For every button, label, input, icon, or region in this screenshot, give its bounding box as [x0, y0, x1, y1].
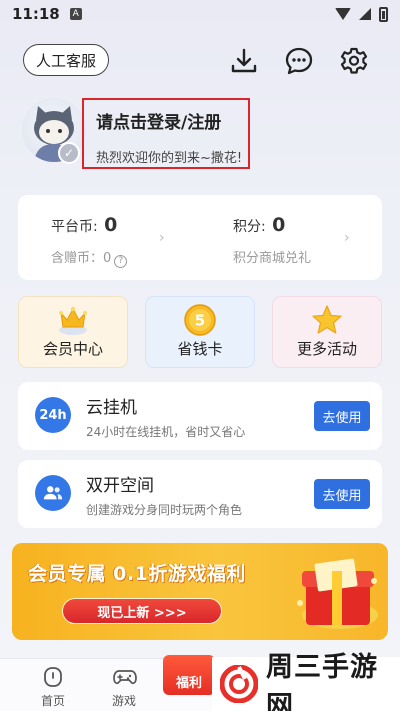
- verified-badge-icon: ✓: [58, 142, 80, 164]
- top-bar: 人工客服: [0, 44, 400, 78]
- vip-center-label: 会员中心: [42, 340, 103, 358]
- cloud-hangup-desc: 24小时在线挂机，省时又省心: [86, 425, 246, 439]
- app-notification-icon: A: [69, 8, 82, 20]
- coin-number: 5: [195, 312, 205, 330]
- platform-coin-section[interactable]: 平台币: 0 含赠币：0? ›: [18, 195, 200, 280]
- crown-icon: [56, 303, 90, 337]
- tab-home[interactable]: 首页: [18, 659, 88, 711]
- status-bar: 11:18 A: [0, 0, 400, 28]
- home-icon: [42, 666, 64, 688]
- dual-space-desc: 创建游戏分身同时玩两个角色: [86, 503, 243, 517]
- tab-welfare[interactable]: 福利: [163, 655, 215, 695]
- status-time: 11:18: [12, 5, 60, 23]
- points-section[interactable]: 积分: 0 积分商城兑礼 ›: [200, 195, 382, 280]
- login-register-area[interactable]: 请点击登录/注册 热烈欢迎你的到来~撒花!: [82, 98, 250, 169]
- gift-coin-value: 0: [103, 251, 112, 266]
- star-icon: [310, 303, 344, 337]
- watermark-text: 周三手游网: [266, 652, 378, 711]
- points-value: 0: [272, 214, 286, 236]
- tab-home-label: 首页: [40, 694, 65, 708]
- dual-space-title: 双开空间: [86, 476, 154, 496]
- saving-card-label: 省钱卡: [177, 340, 223, 358]
- tab-games-label: 游戏: [111, 694, 136, 708]
- welcome-text: 热烈欢迎你的到来~撒花!: [96, 151, 243, 166]
- battery-icon: [379, 6, 388, 22]
- settings-icon[interactable]: [339, 46, 369, 76]
- coin-icon: 5: [183, 303, 217, 337]
- gift-coin-label: 含赠币：: [51, 251, 104, 266]
- 24h-icon: 24h: [35, 397, 71, 433]
- help-icon[interactable]: ?: [114, 254, 128, 268]
- wallet-card: 平台币: 0 含赠币：0? › 积分: 0 积分商城兑礼 ›: [18, 195, 382, 280]
- platform-coin-label: 平台币:: [51, 219, 98, 235]
- tab-games[interactable]: 游戏: [89, 659, 159, 711]
- signal-icon: [359, 8, 371, 20]
- login-title[interactable]: 请点击登录/注册: [96, 108, 248, 133]
- gift-box-icon: [292, 553, 382, 638]
- points-label: 积分:: [233, 219, 266, 235]
- vip-center-button[interactable]: 会员中心: [18, 296, 128, 368]
- vip-promo-banner[interactable]: 会员专属 0.1折游戏福利 现已上新 >>>: [12, 543, 388, 640]
- more-activities-button[interactable]: 更多活动: [272, 296, 382, 368]
- more-activities-label: 更多活动: [296, 340, 357, 358]
- gamepad-icon: [113, 666, 137, 688]
- chat-icon[interactable]: [284, 46, 314, 76]
- wifi-icon: [335, 8, 351, 20]
- download-icon[interactable]: [229, 46, 259, 76]
- chevron-right-icon: ›: [344, 230, 350, 246]
- profile-section: ✓ 请点击登录/注册 热烈欢迎你的到来~撒花!: [0, 98, 400, 173]
- cloud-hangup-title: 云挂机: [86, 398, 137, 418]
- watermark: 周三手游网: [212, 652, 400, 711]
- points-mall-link[interactable]: 积分商城兑礼: [233, 247, 311, 266]
- banner-title: 会员专属 0.1折游戏福利: [28, 563, 246, 585]
- banner-new-button[interactable]: 现已上新 >>>: [62, 598, 222, 624]
- watermark-logo-icon: [219, 664, 259, 704]
- platform-coin-value: 0: [104, 214, 118, 236]
- chevron-right-icon: ›: [159, 230, 165, 246]
- cloud-hangup-use-button[interactable]: 去使用: [314, 401, 370, 431]
- dual-space-use-button[interactable]: 去使用: [314, 479, 370, 509]
- cloud-hangup-card[interactable]: 24h 云挂机 24小时在线挂机，省时又省心 去使用: [18, 382, 382, 450]
- dual-space-card[interactable]: 双开空间 创建游戏分身同时玩两个角色 去使用: [18, 460, 382, 528]
- customer-service-button[interactable]: 人工客服: [23, 44, 110, 76]
- saving-card-button[interactable]: 5 省钱卡: [145, 296, 255, 368]
- users-icon: [35, 475, 71, 511]
